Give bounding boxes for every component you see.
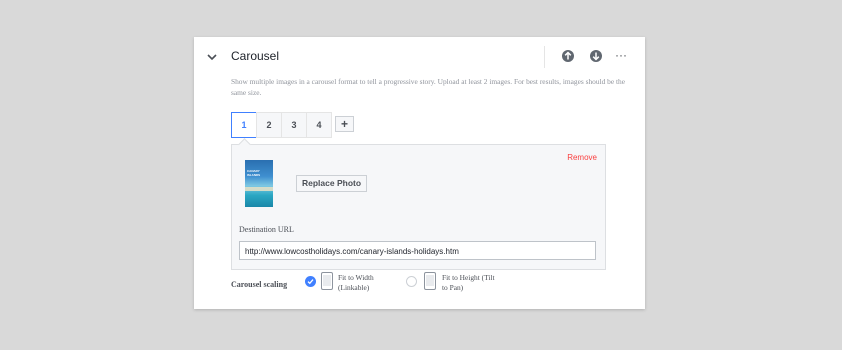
tab-card-2[interactable]: 2 (256, 112, 282, 138)
phone-width-icon (321, 272, 333, 290)
more-icon[interactable]: ··· (615, 48, 629, 62)
fit-to-height-radio[interactable] (406, 276, 417, 287)
thumbnail-caption: CANARY ISLANDS (247, 169, 261, 177)
card-editor-panel: Remove CANARY ISLANDS Replace Photo Dest… (231, 144, 606, 270)
checkmark-icon (307, 279, 314, 285)
tab-card-3[interactable]: 3 (281, 112, 307, 138)
header-divider (544, 46, 545, 68)
tab-card-4[interactable]: 4 (306, 112, 332, 138)
tab-card-1[interactable]: 1 (231, 112, 257, 138)
chevron-down-icon[interactable] (206, 51, 218, 63)
add-card-button[interactable]: + (335, 116, 354, 132)
destination-url-input[interactable]: http://www.lowcostholidays.com/canary-is… (239, 241, 596, 260)
card-image-thumbnail: CANARY ISLANDS (245, 160, 273, 207)
card-header: Carousel ··· (194, 37, 645, 77)
phone-height-icon (424, 272, 436, 290)
thumbnail-beach (245, 187, 273, 191)
section-title: Carousel (231, 49, 280, 63)
fit-to-width-radio[interactable] (305, 276, 316, 287)
carousel-scaling-label: Carousel scaling (231, 280, 288, 289)
arrow-up-circle-icon[interactable] (561, 49, 575, 63)
fit-to-width-label: Fit to Width (Linkable) (338, 273, 374, 292)
carousel-description: Show multiple images in a carousel forma… (231, 77, 626, 97)
carousel-card: Carousel ··· Show multiple images in a c… (194, 37, 645, 309)
destination-url-label: Destination URL (239, 225, 294, 234)
arrow-down-circle-icon[interactable] (589, 49, 603, 63)
replace-photo-button[interactable]: Replace Photo (296, 175, 368, 192)
fit-to-height-label: Fit to Height (Tilt to Pan) (442, 273, 495, 292)
remove-card-link[interactable]: Remove (567, 153, 597, 162)
